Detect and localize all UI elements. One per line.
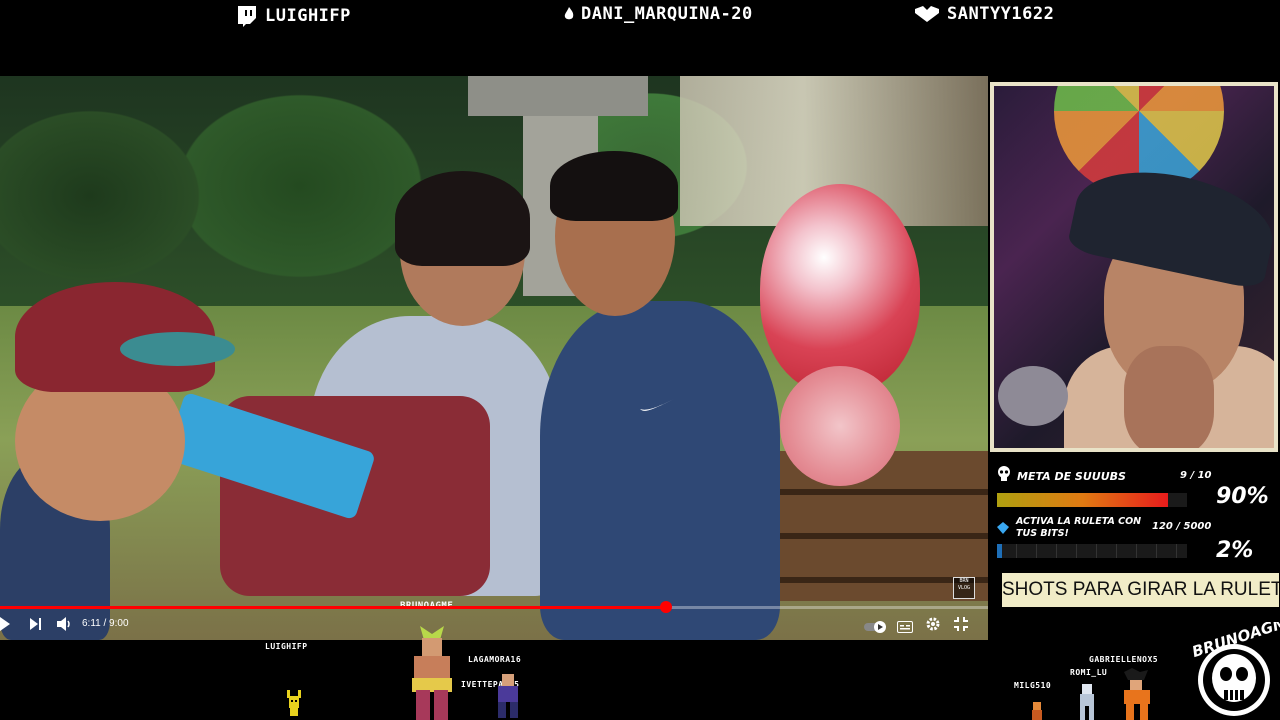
bits-goal-header: ACTIVA LA RULETA CON TUS BITS! [997,516,1141,540]
top-bar-name: SANTYY1622 [947,4,1055,24]
bits-goal-count: 120 / 5000 [1152,521,1212,532]
sprite-broly-icon [412,626,452,720]
webcam-frame [990,82,1278,452]
progress-scrubber[interactable] [659,601,672,613]
sprite-small-fighter-icon [1032,702,1042,720]
sprite-goku-icon [1124,668,1150,720]
diamond-icon [997,519,1009,538]
sprite-pikachu-icon [287,690,301,716]
sprite-fighter-purple-icon [498,674,518,718]
bits-goal-label-line1: ACTIVA LA RULETA CON [1016,516,1142,527]
subs-goal-count: 9 / 10 [1180,470,1212,481]
watermark-logo: BRN VLOG [953,577,975,599]
volume-icon[interactable] [57,616,73,635]
progress-fill [0,606,666,609]
top-bar-item-flame: DANI_MARQUINA-20 [563,4,753,24]
chatter-name: ROMI_LU [1070,668,1108,677]
twitch-icon [235,4,259,28]
settings-gear-icon[interactable] [925,616,941,636]
chatter-name: LAGAMORA16 [468,655,522,664]
progress-bar[interactable] [0,601,988,613]
bits-goal-bar [997,544,1187,558]
subtitles-icon[interactable] [897,618,913,637]
microphone [998,366,1068,426]
bits-goal-bar-fill [997,544,1002,558]
ticker-text: SHOTS PARA GIRAR LA RULETA! [1002,579,1279,600]
top-bar-item-heart: SANTYY1622 [913,4,1054,24]
video-frame [0,76,988,640]
top-bar-item-twitch: LUIGHIFP [235,4,351,28]
autoplay-toggle[interactable] [864,618,888,637]
chatter-name: LUIGHIFP [265,642,308,651]
player-controls: 6:11 / 9:00 [0,613,988,639]
subs-goal-header: META DE SUUUBS [997,466,1126,486]
bits-goal-percent: 2% [1216,538,1254,563]
subs-goal-bar-fill [997,493,1168,507]
chatter-name: GABRIELLENOX5 [1089,655,1159,664]
bits-goal-label-line2: TUS BITS! [1016,528,1069,539]
skull-icon [997,466,1011,486]
nike-logo-icon [640,399,674,411]
next-icon[interactable] [30,616,42,635]
fullscreen-icon[interactable] [954,616,968,635]
heart-balloon [760,184,920,394]
subs-goal-label: META DE SUUUBS [1017,469,1126,483]
time-display: 6:11 / 9:00 [82,618,129,629]
subs-goal-bar [997,493,1187,507]
sprite-skeleton-icon [1080,684,1094,720]
brunoagme-skull-logo: BRUNOAGME [1190,622,1280,716]
top-bar-name: LUIGHIFP [265,6,351,26]
roulette-ticker: SHOTS PARA GIRAR LA RULETA! [1002,573,1279,607]
chatter-name: MILG510 [1014,681,1052,690]
video-player[interactable]: BRUNOAGME BRN VLOG 6:11 / 9:00 [0,76,988,640]
subs-goal-percent: 90% [1216,484,1269,509]
play-icon[interactable] [0,616,12,635]
webcam-feed [994,86,1274,448]
flame-icon [563,7,575,21]
top-bar: LUIGHIFP DANI_MARQUINA-20 SANTYY1622 [0,0,1280,76]
heart-icon [913,5,941,23]
top-bar-name: DANI_MARQUINA-20 [581,4,753,24]
